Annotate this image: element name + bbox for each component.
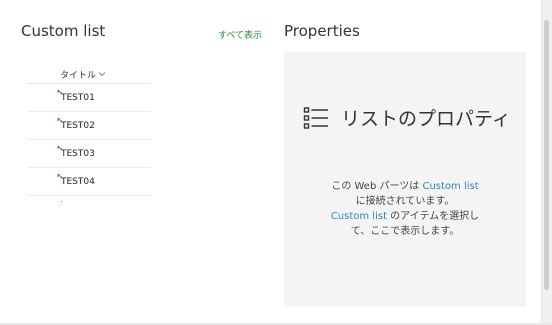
list-item-partial [27, 196, 151, 206]
list-item[interactable]: TEST01 [27, 84, 151, 112]
list-icon [303, 106, 328, 129]
message-line3-suffix: のアイテムを選択し [387, 211, 480, 222]
list-item-title: TEST01 [61, 93, 95, 103]
list-table: タイトル TEST01 TEST02 TEST03 TEST04 [27, 65, 151, 206]
connection-message: この Web パーツは Custom list に接続されています。 Custo… [294, 179, 516, 239]
properties-panel: リストのプロパティ この Web パーツは Custom list に接続されて… [284, 52, 526, 307]
column-header-label: タイトル [60, 70, 97, 81]
page-canvas: Custom list すべて表示 タイトル TEST01 TEST02 TES… [0, 0, 552, 325]
scrollbar-thumb[interactable] [544, 20, 549, 290]
list-item-title: TEST03 [61, 149, 95, 159]
list-item-title: TEST04 [61, 177, 95, 187]
list-title: Custom list [21, 22, 106, 40]
message-line1-prefix: この Web パーツは [331, 181, 423, 192]
source-list-link[interactable]: Custom list [422, 181, 478, 192]
list-item[interactable]: TEST04 [27, 168, 151, 196]
list-item[interactable]: TEST02 [27, 112, 151, 140]
message-line2: に接続されています。 [355, 196, 455, 207]
custom-list-webpart: Custom list すべて表示 タイトル TEST01 TEST02 TES… [21, 20, 266, 300]
list-item-title: TEST02 [61, 121, 95, 131]
chevron-down-icon [98, 72, 106, 77]
vertical-scrollbar[interactable] [541, 0, 552, 325]
message-line4: て、ここで表示します。 [350, 226, 460, 237]
list-item-marker [61, 201, 62, 202]
properties-panel-title: リストのプロパティ [341, 108, 511, 130]
column-header-title[interactable]: タイトル [27, 65, 151, 84]
source-list-link-2[interactable]: Custom list [331, 211, 387, 222]
list-item[interactable]: TEST03 [27, 140, 151, 168]
see-all-link[interactable]: すべて表示 [218, 28, 262, 41]
properties-heading: Properties [284, 22, 360, 40]
properties-title-row: リストのプロパティ [303, 104, 511, 131]
